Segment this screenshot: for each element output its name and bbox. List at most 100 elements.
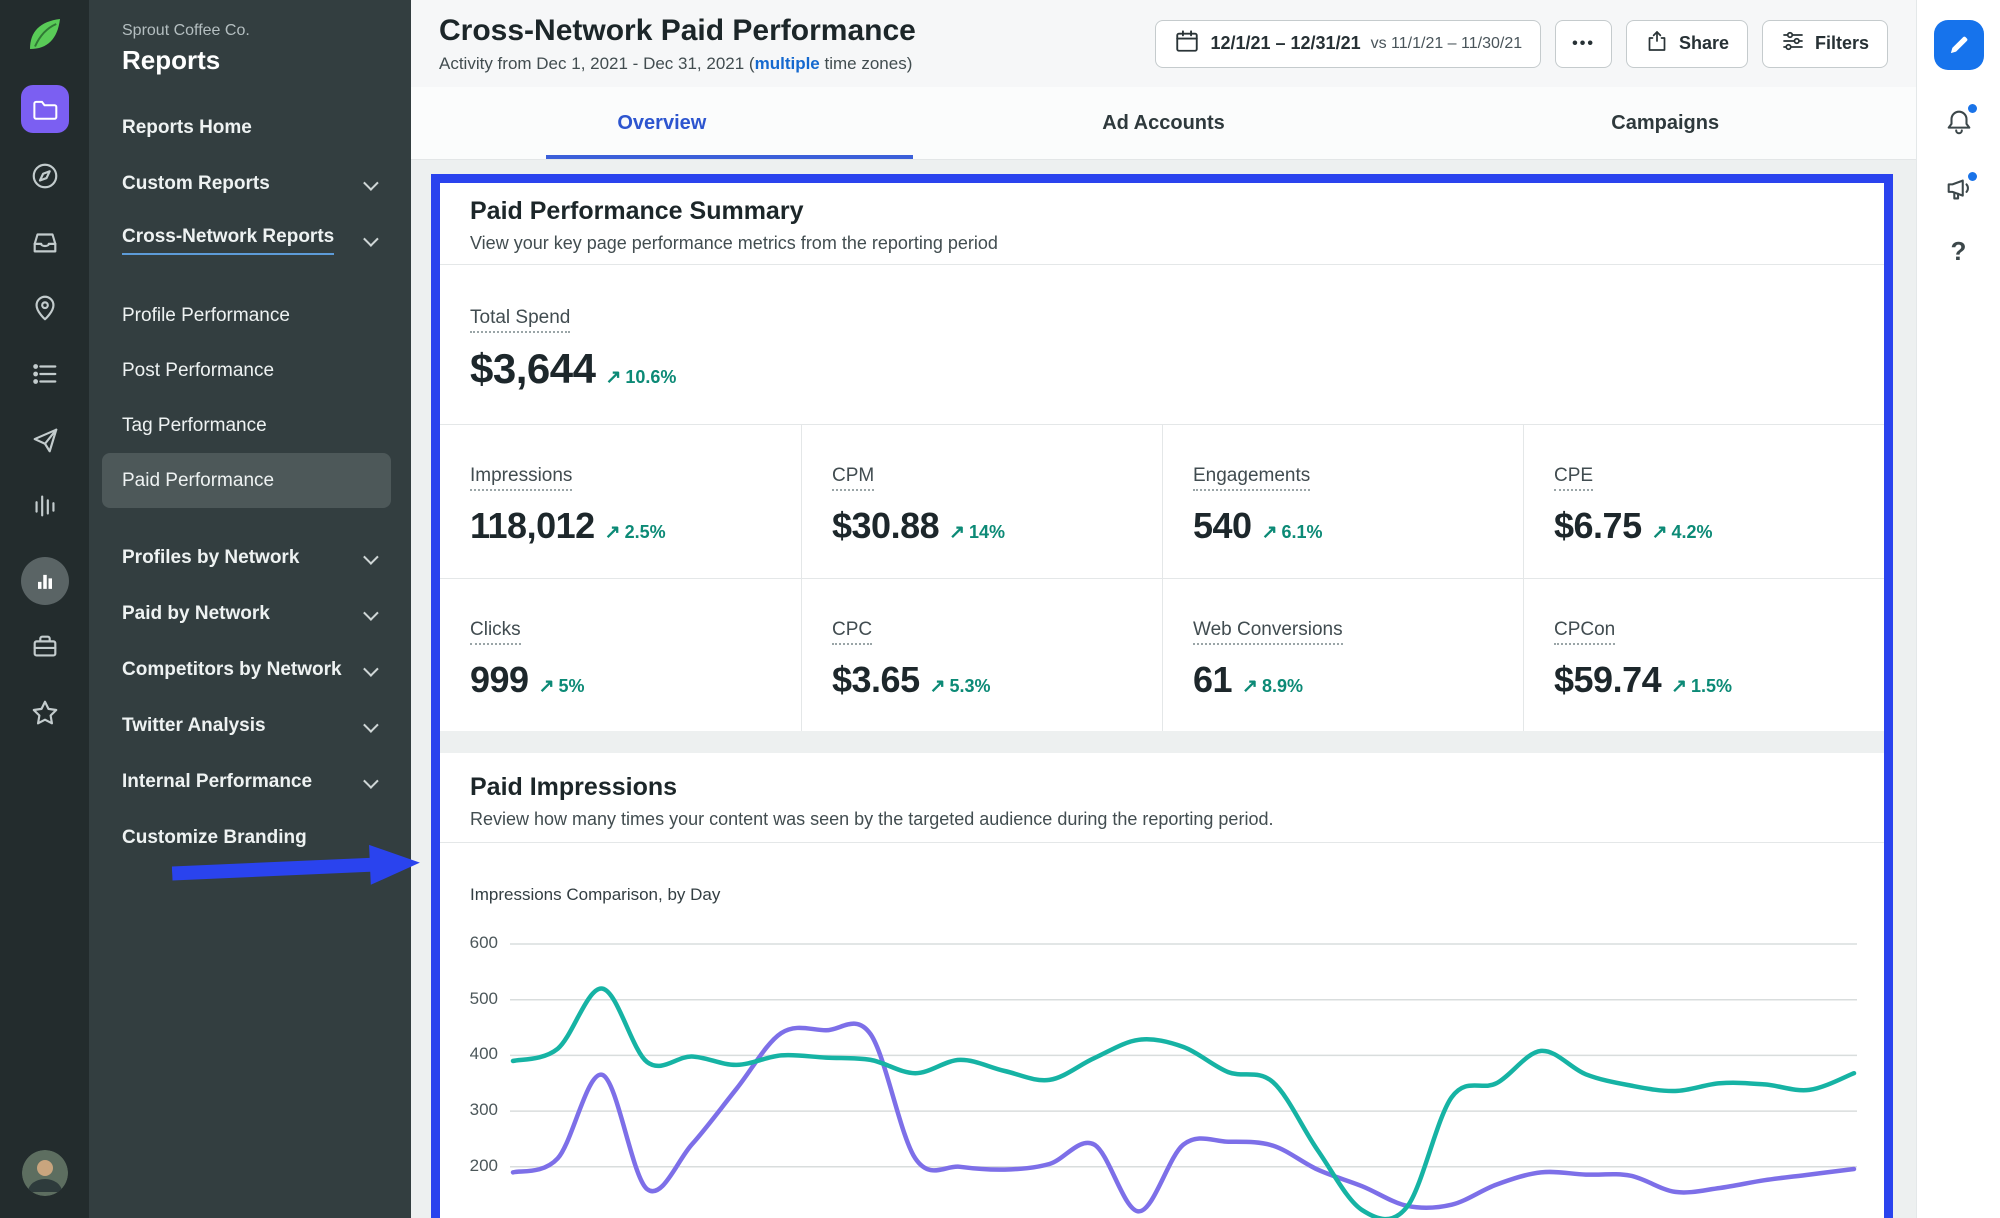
annotation-box: Paid Performance Summary View your key p… [431,174,1893,1218]
sidebar-item-paid-performance[interactable]: Paid Performance [102,453,391,508]
listening-bars-icon[interactable] [30,491,60,521]
metric-cpcon: CPCon $59.74↗1.5% [1523,578,1884,731]
up-arrow-icon: ↗ [949,521,965,544]
card-gap [440,731,1884,753]
series-purple-line [513,1024,1854,1212]
metric-cpe: CPE $6.75↗4.2% [1523,425,1884,578]
chart-caption: Impressions Comparison, by Day [470,885,720,905]
paid-impressions-card: Paid Impressions Review how many times y… [440,753,1884,1218]
announcement-dot [1968,172,1977,181]
sidebar-item-cross-network-reports[interactable]: Cross-Network Reports [89,212,411,268]
up-arrow-icon: ↗ [605,521,621,544]
summary-card-subtitle: View your key page performance metrics f… [470,233,1854,254]
ellipsis-icon: ••• [1572,35,1595,53]
tab-campaigns[interactable]: Campaigns [1414,87,1916,159]
tab-ad-accounts[interactable]: Ad Accounts [913,87,1415,159]
total-spend-label[interactable]: Total Spend [470,307,570,333]
line-chart-plot [510,930,1857,1218]
up-arrow-icon: ↗ [1242,675,1258,698]
sidebar-item-profile-performance[interactable]: Profile Performance [102,288,391,343]
briefcase-icon[interactable] [30,632,60,662]
metric-engagements: Engagements 540↗6.1% [1162,425,1523,578]
compass-icon[interactable] [30,161,60,191]
share-icon [1645,29,1669,58]
multiple-timezones-link[interactable]: multiple [755,54,820,73]
main-content: Cross-Network Paid Performance Activity … [411,0,1916,1218]
date-compare-value: vs 11/1/21 – 11/30/21 [1371,35,1523,53]
chevron-down-icon [363,231,379,247]
total-spend-block: Total Spend $3,644 ↗10.6% [440,265,1884,425]
notification-dot [1968,104,1977,113]
date-range-value: 12/1/21 – 12/31/21 [1210,33,1360,54]
more-options-button[interactable]: ••• [1555,20,1612,68]
sidebar-item-reports-home[interactable]: Reports Home [89,100,411,156]
report-tabbar: Overview Ad Accounts Campaigns [411,87,1916,160]
metric-web-conversions: Web Conversions 61↗8.9% [1162,578,1523,731]
date-range-button[interactable]: 12/1/21 – 12/31/21 vs 11/1/21 – 11/30/21 [1155,20,1541,68]
cross-network-submenu: Profile Performance Post Performance Tag… [102,288,391,508]
up-arrow-icon: ↗ [1262,521,1278,544]
filters-icon [1781,29,1805,58]
sidebar-item-custom-reports[interactable]: Custom Reports [89,156,411,212]
help-button[interactable]: ? [1951,236,1967,267]
impressions-card-title: Paid Impressions [470,773,1854,802]
y-tick-label: 500 [440,989,498,1009]
metric-impressions: Impressions 118,012↗2.5% [440,425,801,578]
sidebar-item-internal-performance[interactable]: Internal Performance [89,754,411,810]
paper-plane-icon[interactable] [30,425,60,455]
report-content: Paid Performance Summary View your key p… [411,160,1916,1218]
page-title: Cross-Network Paid Performance [439,14,916,48]
tab-overview[interactable]: Overview [411,87,913,159]
metric-clicks: Clicks 999↗5% [440,578,801,731]
sidebar-nav: Reports Home Custom Reports Cross-Networ… [89,100,411,866]
up-arrow-icon: ↗ [1652,521,1668,544]
notifications-bell-icon[interactable] [1943,106,1975,138]
sprout-leaf-logo[interactable] [25,14,65,59]
sidebar-item-paid-by-network[interactable]: Paid by Network [89,586,411,642]
metric-cpc: CPC $3.65↗5.3% [801,578,1162,731]
share-button[interactable]: Share [1626,20,1748,68]
impressions-chart: Impressions Comparison, by Day 600 500 400… [440,843,1884,1218]
page-subtitle: Activity from Dec 1, 2021 - Dec 31, 2021… [439,54,916,74]
utility-rail: ? [1916,0,2000,1218]
filters-button[interactable]: Filters [1762,20,1888,68]
chevron-down-icon [363,773,379,789]
chevron-down-icon [363,175,379,191]
metric-cpm: CPM $30.88↗14% [801,425,1162,578]
y-tick-label: 200 [440,1156,498,1176]
chevron-down-icon [363,717,379,733]
sidebar-item-post-performance[interactable]: Post Performance [102,343,391,398]
up-arrow-icon: ↗ [605,366,621,389]
chevron-down-icon [363,605,379,621]
announcements-icon[interactable] [1943,174,1975,206]
sidebar-item-twitter-analysis[interactable]: Twitter Analysis [89,698,411,754]
sidebar-item-competitors-by-network[interactable]: Competitors by Network [89,642,411,698]
impressions-card-subtitle: Review how many times your content was s… [470,809,1854,830]
folder-app-icon[interactable] [21,85,69,133]
y-tick-label: 400 [440,1044,498,1064]
user-avatar[interactable] [22,1150,68,1196]
chevron-down-icon [363,549,379,565]
y-tick-label: 300 [440,1100,498,1120]
inbox-icon[interactable] [30,227,60,257]
header-actions: 12/1/21 – 12/31/21 vs 11/1/21 – 11/30/21… [1155,20,1888,68]
sidebar-item-profiles-by-network[interactable]: Profiles by Network [89,530,411,586]
sidebar-item-tag-performance[interactable]: Tag Performance [102,398,391,453]
compose-button[interactable] [1934,20,1984,70]
up-arrow-icon: ↗ [1671,675,1687,698]
star-icon[interactable] [30,698,60,728]
app-rail [0,0,89,1218]
pin-icon[interactable] [30,293,60,323]
reports-bar-chart-icon[interactable] [21,557,69,605]
sidebar-title: Reports [89,45,411,76]
page-header: Cross-Network Paid Performance Activity … [411,0,1916,87]
list-icon[interactable] [30,359,60,389]
total-spend-value: $3,644 [470,345,595,393]
app-window: Sprout Coffee Co. Reports Reports Home C… [0,0,2000,1218]
up-arrow-icon: ↗ [539,675,555,698]
metric-grid: Impressions 118,012↗2.5% CPM $30.88↗14% … [440,425,1884,731]
calendar-icon [1174,28,1200,59]
y-tick-label: 600 [440,933,498,953]
account-name: Sprout Coffee Co. [89,22,411,40]
up-arrow-icon: ↗ [930,675,946,698]
